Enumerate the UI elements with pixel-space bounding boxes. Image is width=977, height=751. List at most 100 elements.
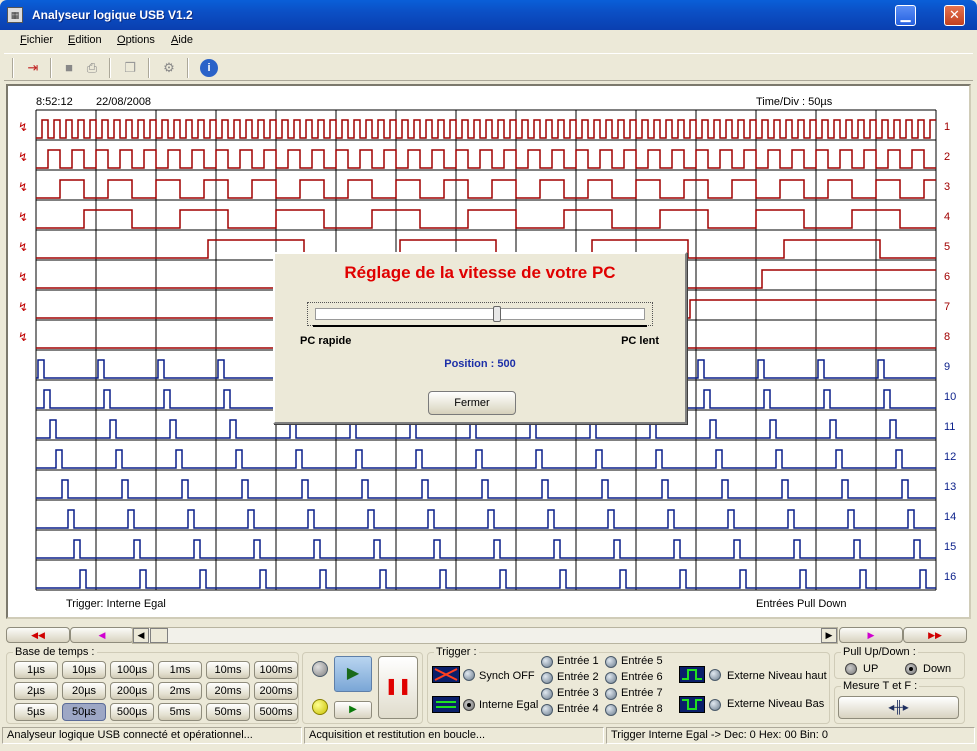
timebase-button[interactable]: 20µs [62, 682, 106, 700]
timebase-button[interactable]: 5ms [158, 703, 202, 721]
menu-aide[interactable]: Aide [171, 34, 193, 46]
entree-led[interactable] [605, 672, 617, 684]
timebase-button[interactable]: 100µs [110, 661, 154, 679]
channel-trace [36, 209, 936, 229]
pull-group: Pull Up/Down : UP Down [834, 646, 965, 679]
measure-icon: ◂╫▸ [888, 700, 909, 714]
externe-haut-led[interactable] [709, 669, 721, 681]
channel-trace [36, 149, 936, 169]
entree-led[interactable] [605, 656, 617, 668]
timebase-button[interactable]: 200ms [254, 682, 298, 700]
next-page-button[interactable]: ▶ [839, 627, 903, 643]
print-icon[interactable]: ⎙ [83, 59, 101, 77]
exit-icon[interactable]: ⇥ [24, 59, 42, 77]
channel-trace [36, 479, 936, 499]
channel-trace [36, 539, 936, 559]
trigger-edge-icon[interactable]: ↯ [18, 180, 28, 194]
scroll-left-icon[interactable]: ◀ [133, 628, 149, 643]
speed-slider[interactable] [307, 302, 653, 326]
run-loop-button[interactable]: ▶ [334, 701, 372, 719]
entree-led[interactable] [541, 704, 553, 716]
timebase-button[interactable]: 5µs [14, 703, 58, 721]
copy-icon[interactable]: ❐ [121, 59, 139, 77]
slider-thumb[interactable] [493, 306, 501, 322]
timebase-button[interactable]: 500µs [110, 703, 154, 721]
timebase-button[interactable]: 20ms [206, 682, 250, 700]
scroll-thumb[interactable] [150, 628, 168, 643]
channel-number: 7 [944, 301, 950, 313]
menu-edition[interactable]: Edition [68, 34, 102, 46]
channel-number: 16 [944, 571, 956, 583]
entree-led[interactable] [605, 704, 617, 716]
timebase-button[interactable]: 200µs [110, 682, 154, 700]
pause-button[interactable]: ❚❚ [378, 656, 418, 719]
timebase-label: Base de temps : [13, 646, 97, 658]
channel-number: 5 [944, 241, 950, 253]
timebase-button[interactable]: 500ms [254, 703, 298, 721]
channel-number: 4 [944, 211, 950, 223]
stop-icon[interactable]: ■ [60, 59, 78, 77]
timebase-button[interactable]: 50ms [206, 703, 250, 721]
trigger-edge-icon[interactable]: ↯ [18, 240, 28, 254]
channel-number: 6 [944, 271, 950, 283]
externe-bas-led[interactable] [709, 699, 721, 711]
trigger-edge-icon[interactable]: ↯ [18, 150, 28, 164]
menu-options[interactable]: Options [117, 34, 155, 46]
channel-number: 11 [944, 421, 955, 433]
trigger-edge-icon[interactable]: ↯ [18, 300, 28, 314]
trigger-edge-icon[interactable]: ↯ [18, 120, 28, 134]
gear-icon[interactable]: ⚙ [160, 59, 178, 77]
synch-off-label: Synch OFF [479, 670, 535, 682]
mesure-button[interactable]: ◂╫▸ [838, 696, 959, 719]
timebase-button[interactable]: 1ms [158, 661, 202, 679]
mesure-label: Mesure T et F : [841, 680, 920, 692]
timebase-button[interactable]: 1µs [14, 661, 58, 679]
channel-number: 8 [944, 331, 950, 343]
entree-led[interactable] [541, 672, 553, 684]
interne-egal-radio[interactable] [463, 699, 475, 711]
minimize-button[interactable]: ▁ [895, 5, 916, 26]
entree-label: Entrée 6 [621, 671, 663, 683]
timebase-button[interactable]: 10ms [206, 661, 250, 679]
trigger-edge-icon[interactable]: ↯ [18, 330, 28, 344]
channel-number: 14 [944, 511, 956, 523]
trigger-edge-icon[interactable]: ↯ [18, 270, 28, 284]
prev-page-button[interactable]: ◀ [70, 627, 134, 643]
toolbar-separator [109, 58, 111, 78]
channel-number: 15 [944, 541, 956, 553]
slider-track[interactable] [315, 308, 645, 320]
info-icon[interactable]: i [200, 59, 218, 77]
speed-dialog: Réglage de la vitesse de votre PC PC rap… [273, 252, 687, 424]
timebase-button[interactable]: 10µs [62, 661, 106, 679]
synch-off-led[interactable] [463, 669, 475, 681]
close-button[interactable]: ✕ [944, 5, 965, 26]
pull-down-radio[interactable] [905, 663, 917, 675]
pull-up-radio[interactable] [845, 663, 857, 675]
timebase-button[interactable]: 100ms [254, 661, 298, 679]
externe-bas-icon [679, 696, 705, 713]
horizontal-scrollbar[interactable]: ◀ ▶ [132, 627, 838, 644]
entree-label: Entrée 7 [621, 687, 663, 699]
last-page-button[interactable]: ▶▶ [903, 627, 967, 643]
single-run-button[interactable]: ▶ [334, 656, 372, 692]
app-icon[interactable]: ▦ [7, 7, 23, 23]
fermer-button[interactable]: Fermer [428, 391, 516, 415]
navigation-row: ◀◀ ◀ ◀ ▶ ▶ ▶▶ [6, 627, 971, 644]
menu-fichier[interactable]: Fichier [20, 34, 53, 46]
dialog-title: Réglage de la vitesse de votre PC [344, 263, 616, 282]
scroll-right-icon[interactable]: ▶ [821, 628, 837, 643]
title-bar: ▦ Analyseur logique USB V1.2 ▁ ✕ [0, 0, 977, 30]
first-page-button[interactable]: ◀◀ [6, 627, 70, 643]
status-trigger: Trigger Interne Egal -> Dec: 0 Hex: 00 B… [606, 727, 975, 744]
trigger-edge-icon[interactable]: ↯ [18, 210, 28, 224]
mesure-group: Mesure T et F : ◂╫▸ [834, 680, 965, 724]
timebase-button[interactable]: 50µs [62, 703, 106, 721]
channel-trace [36, 569, 936, 589]
entree-led[interactable] [541, 656, 553, 668]
entree-led[interactable] [541, 688, 553, 700]
pull-down-label: Down [923, 663, 952, 675]
timebase-button[interactable]: 2ms [158, 682, 202, 700]
entree-led[interactable] [605, 688, 617, 700]
channel-trace [36, 119, 936, 139]
timebase-button[interactable]: 2µs [14, 682, 58, 700]
